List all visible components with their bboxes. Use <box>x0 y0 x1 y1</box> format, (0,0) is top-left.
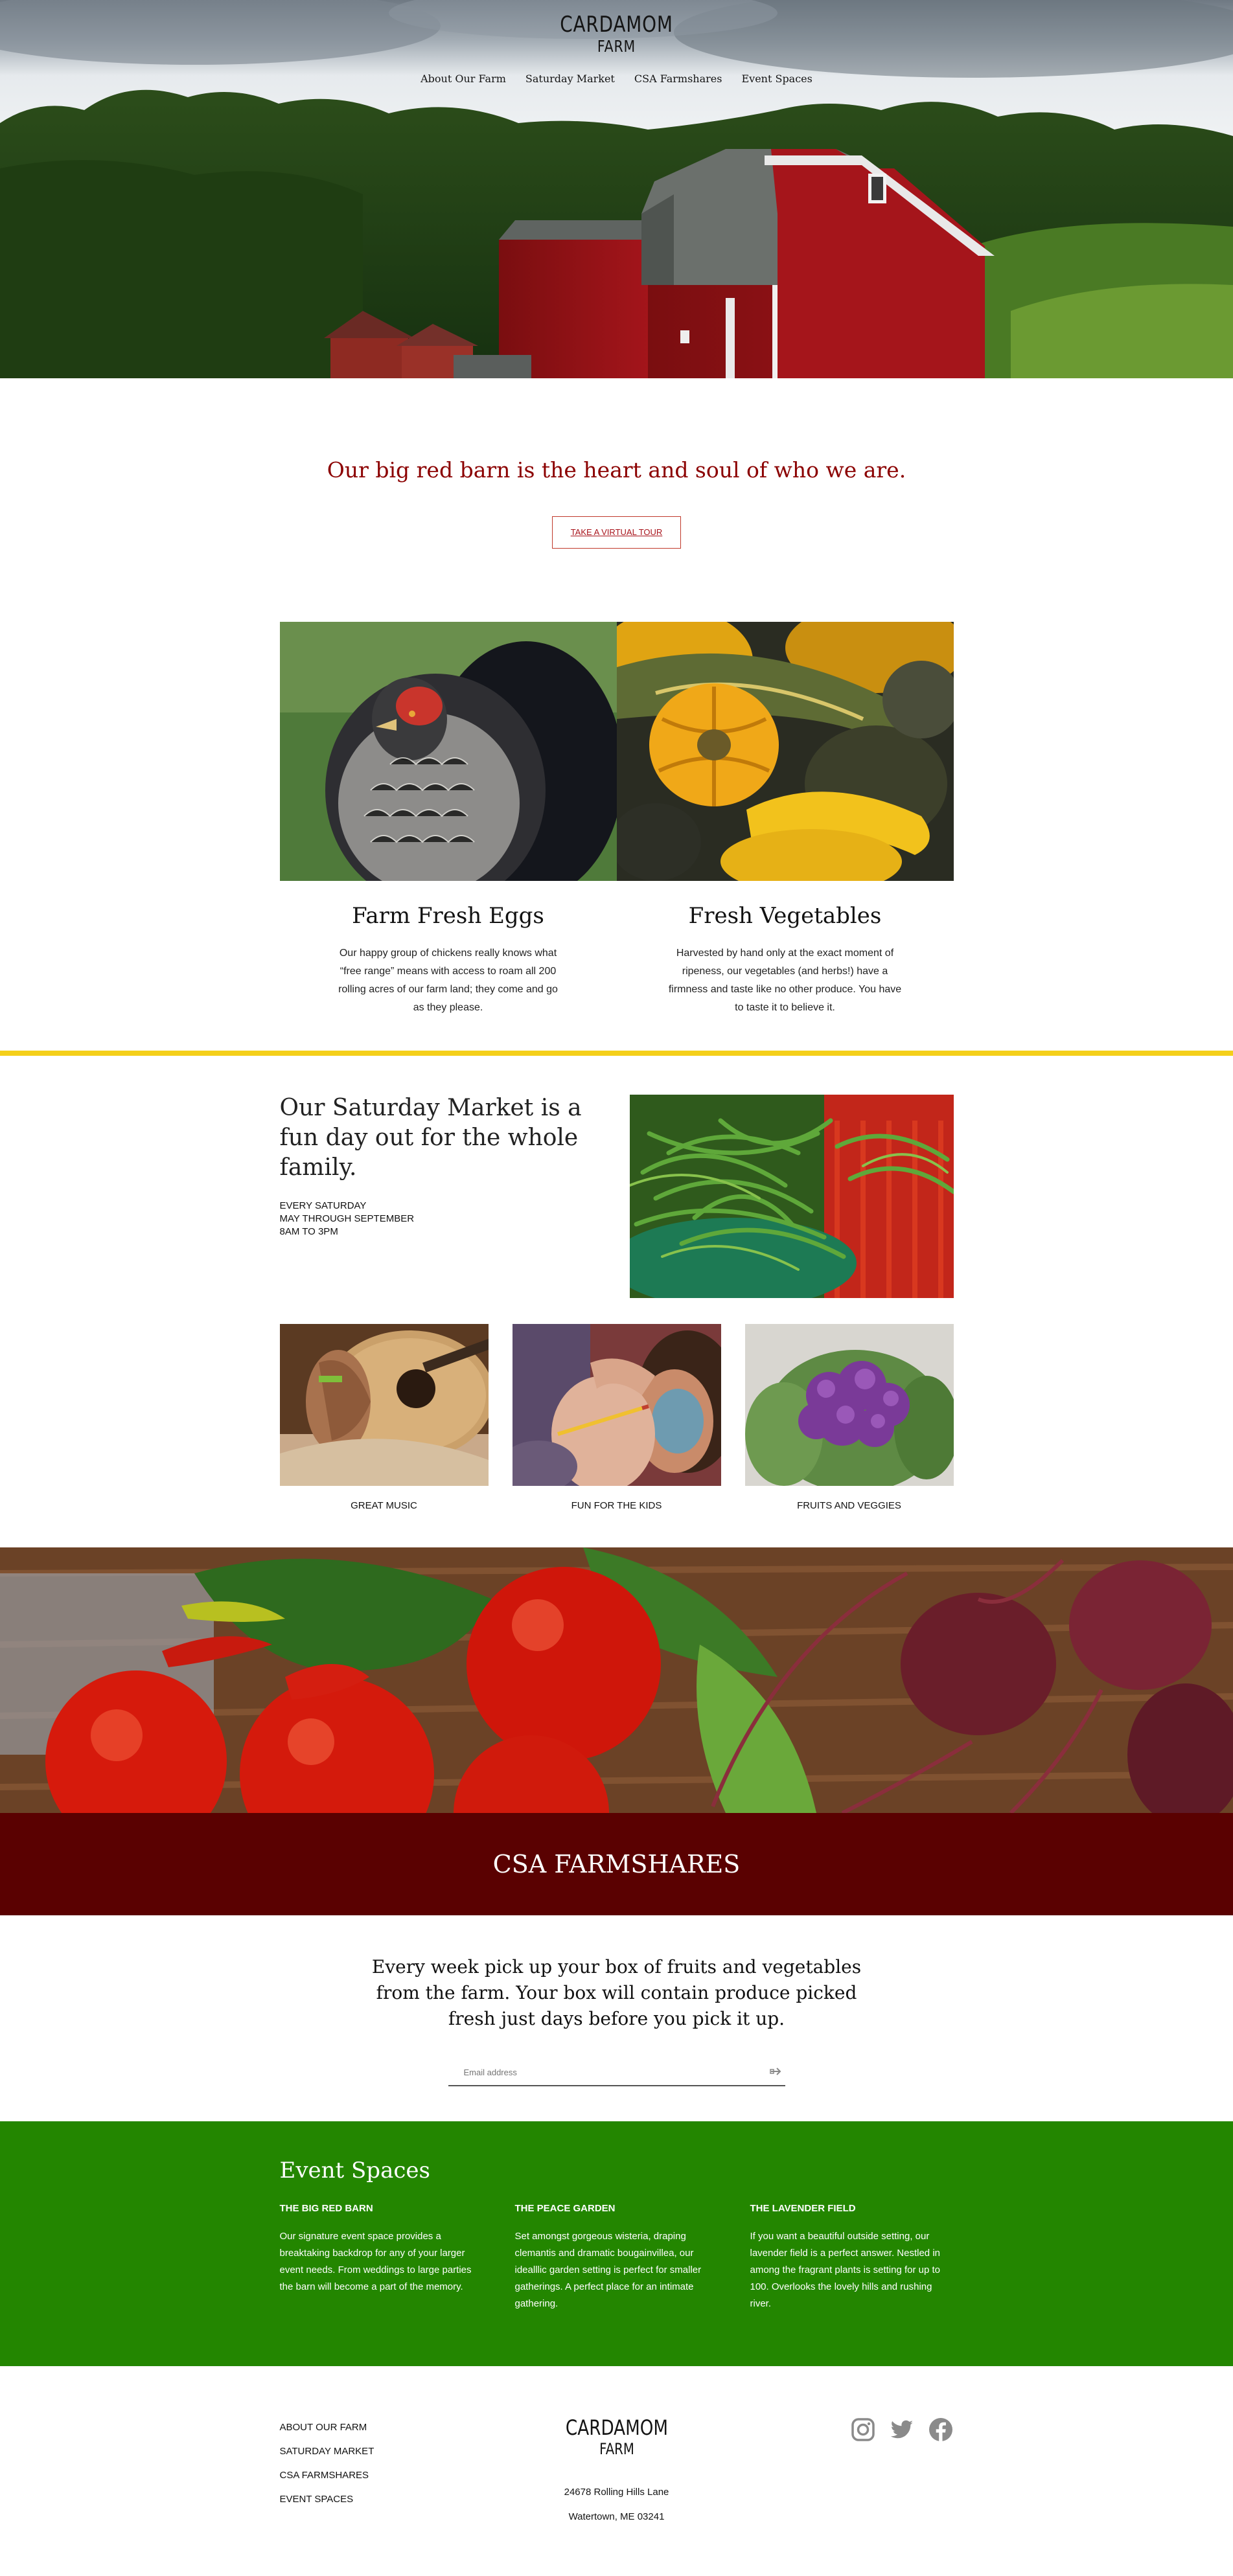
feature-eggs: Farm Fresh Eggs Our happy group of chick… <box>279 622 617 1017</box>
schedule-line: 8AM TO 3PM <box>279 1226 338 1237</box>
feature-eggs-title: Farm Fresh Eggs <box>352 903 544 929</box>
feature-vegetables-title: Fresh Vegetables <box>688 903 882 929</box>
tile-veggies-caption: FRUITS AND VEGGIES <box>797 1500 901 1511</box>
market-schedule: EVERY SATURDAY MAY THROUGH SEPTEMBER 8AM… <box>280 1200 604 1238</box>
tile-kids-caption: FUN FOR THE KIDS <box>571 1500 662 1511</box>
main-nav: About Our Farm Saturday Market CSA Farms… <box>0 73 1233 85</box>
event-spaces-section: Event Spaces THE BIG RED BARN Our signat… <box>0 2121 1233 2366</box>
section-divider <box>0 1051 1233 1056</box>
csa-section: Every week pick up your box of fruits an… <box>0 1915 1233 2121</box>
chicken-image <box>279 622 617 881</box>
market-heading: Our Saturday Market is a fun day out for… <box>279 1095 582 1181</box>
event-lavender-field: THE LAVENDER FIELD If you want a beautif… <box>750 2203 954 2312</box>
footer-address: 24678 Rolling Hills Lane Watertown, ME 0… <box>280 2480 954 2529</box>
nav-csa-farmshares[interactable]: CSA Farmshares <box>634 73 722 85</box>
market-tiles: GREAT MUSIC FUN FOR THE KIDS FRUITS AND … <box>279 1324 954 1511</box>
csa-farmshares-band: CSA FARMSHARES <box>0 1813 1233 1915</box>
event-big-red-barn: THE BIG RED BARN Our signature event spa… <box>280 2203 483 2312</box>
tile-music-caption: GREAT MUSIC <box>351 1500 417 1511</box>
tile-music: GREAT MUSIC <box>279 1324 489 1511</box>
virtual-tour-button[interactable]: TAKE A VIRTUAL TOUR <box>551 516 682 549</box>
barn-hero-image <box>0 0 1233 378</box>
event-title: THE PEACE GARDEN <box>514 2203 616 2214</box>
logo-line-2: FARM <box>597 37 636 56</box>
event-title: THE BIG RED BARN <box>279 2203 373 2214</box>
facebook-icon[interactable] <box>928 2417 954 2443</box>
address-street: 24678 Rolling Hills Lane <box>564 2487 669 2498</box>
green-beans-image <box>629 1095 954 1298</box>
footer-logo-line-2: FARM <box>599 2440 634 2458</box>
schedule-line: EVERY SATURDAY <box>279 1200 367 1211</box>
social-links <box>850 2417 954 2443</box>
email-input[interactable] <box>461 2060 772 2084</box>
market-section: Our Saturday Market is a fun day out for… <box>279 1056 954 1511</box>
event-text: If you want a beautiful outside setting,… <box>750 2231 941 2309</box>
feature-eggs-text: Our happy group of chickens really knows… <box>338 948 558 1013</box>
cauliflower-image <box>744 1324 954 1486</box>
email-signup <box>448 2060 785 2086</box>
site-logo[interactable]: CARDAMOM FARM <box>0 12 1233 56</box>
event-peace-garden: THE PEACE GARDEN Set amongst gorgeous wi… <box>515 2203 719 2312</box>
squash-image <box>616 622 954 881</box>
event-text: Our signature event space provides a bre… <box>279 2231 472 2292</box>
event-spaces-heading: Event Spaces <box>279 2158 430 2183</box>
footer: ABOUT OUR FARM SATURDAY MARKET CSA FARMS… <box>280 2366 954 2560</box>
guitar-image <box>279 1324 489 1486</box>
intro-heading: Our big red barn is the heart and soul o… <box>327 457 906 483</box>
instagram-icon[interactable] <box>850 2417 876 2443</box>
tile-veggies: FRUITS AND VEGGIES <box>744 1324 954 1511</box>
submit-arrow-icon[interactable] <box>769 2066 784 2077</box>
event-title: THE LAVENDER FIELD <box>750 2203 856 2214</box>
logo-line-1: CARDAMOM <box>560 12 673 38</box>
intro-section: Our big red barn is the heart and soul o… <box>0 378 1233 622</box>
nav-event-spaces[interactable]: Event Spaces <box>741 73 812 85</box>
tile-kids: FUN FOR THE KIDS <box>512 1324 721 1511</box>
schedule-line: MAY THROUGH SEPTEMBER <box>279 1213 415 1224</box>
twitter-icon[interactable] <box>889 2417 915 2443</box>
feature-vegetables-text: Harvested by hand only at the exact mome… <box>668 948 902 1013</box>
address-city: Watertown, ME 03241 <box>568 2511 665 2522</box>
footer-logo-line-1: CARDAMOM <box>565 2415 668 2440</box>
event-text: Set amongst gorgeous wisteria, draping c… <box>514 2231 702 2309</box>
nav-saturday-market[interactable]: Saturday Market <box>525 73 615 85</box>
hero-banner: CARDAMOM FARM About Our Farm Saturday Ma… <box>0 0 1233 378</box>
csa-description: Every week pick up your box of fruits an… <box>371 1956 862 2029</box>
features-section: Farm Fresh Eggs Our happy group of chick… <box>279 622 954 1017</box>
face-painting-image <box>512 1324 721 1486</box>
feature-vegetables: Fresh Vegetables Harvested by hand only … <box>616 622 954 1017</box>
tomatoes-beets-banner <box>0 1547 1233 1813</box>
nav-about-our-farm[interactable]: About Our Farm <box>421 73 506 85</box>
